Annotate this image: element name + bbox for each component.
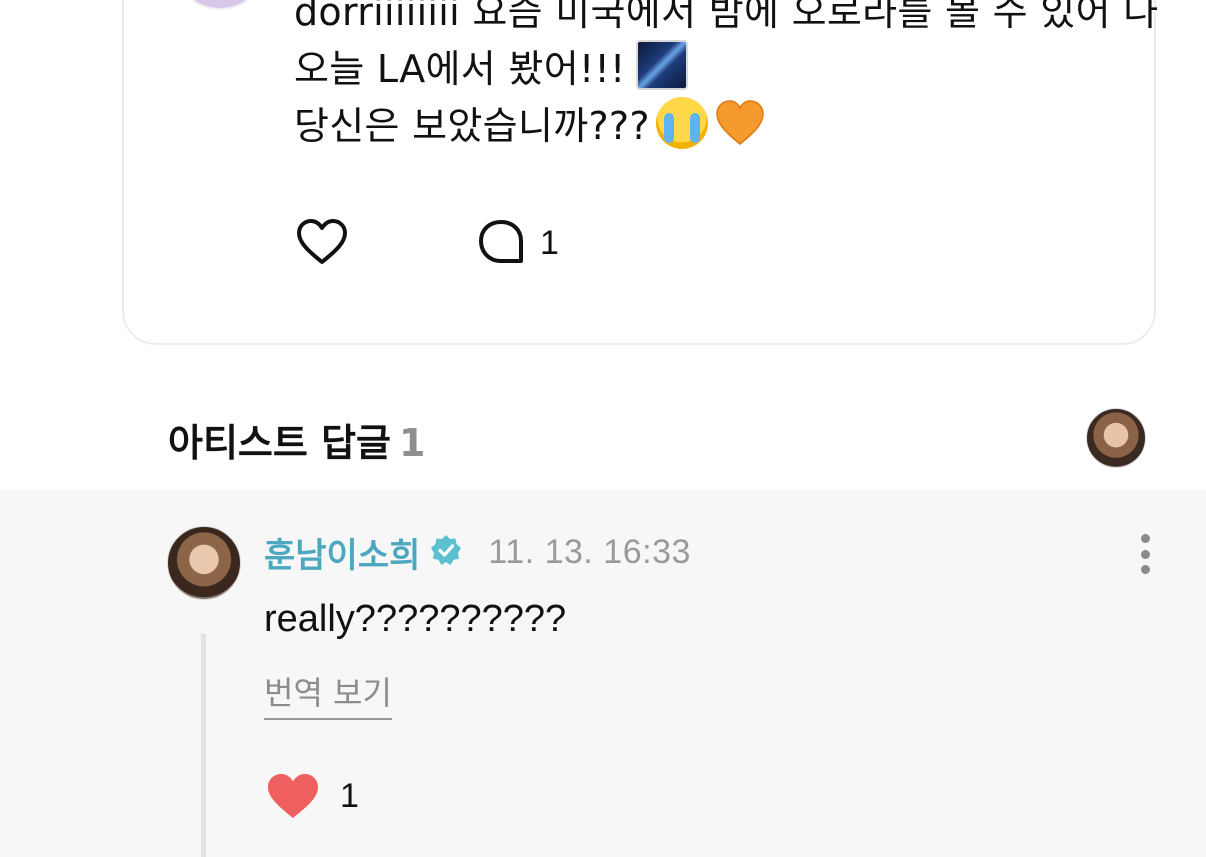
more-options-icon[interactable] <box>1130 534 1160 574</box>
comment-bubble-icon <box>479 220 523 263</box>
post-body: dorriiiiiiii 요즘 미국에서 밤에 오로라를 볼 수 있어 나 오늘… <box>294 0 1206 154</box>
comment-count: 1 <box>540 223 559 262</box>
heart-filled-icon <box>268 774 318 818</box>
translate-link[interactable]: 번역 보기 <box>264 668 392 720</box>
post-author-avatar[interactable] <box>172 0 268 10</box>
reply-like-count: 1 <box>340 776 359 815</box>
heart-outline-icon <box>297 219 347 264</box>
artist-avatar[interactable] <box>1086 408 1146 468</box>
reply-timestamp: 11. 13. 16:33 <box>488 532 691 571</box>
post-card: dorriiiiiiii 요즘 미국에서 밤에 오로라를 볼 수 있어 나 오늘… <box>122 0 1158 345</box>
thread-line <box>201 634 206 857</box>
reply-author-name[interactable]: 훈남이소희 <box>264 528 420 577</box>
post-line-3: 당신은 보았습니까??? <box>294 97 1206 154</box>
crying-face-emoji-icon <box>655 97 708 149</box>
like-button[interactable] <box>296 218 348 266</box>
post-line-1: dorriiiiiiii 요즘 미국에서 밤에 오로라를 볼 수 있어 나 <box>294 0 1159 34</box>
post-line-3-text: 당신은 보았습니까??? <box>294 104 650 148</box>
reply-like-button[interactable]: 1 <box>266 772 359 820</box>
reply-text: really?????????? <box>264 598 567 640</box>
artist-replies-title: 아티스트 답글 <box>168 421 391 465</box>
verified-badge-icon <box>430 534 462 570</box>
page: dorriiiiiiii 요즘 미국에서 밤에 오로라를 볼 수 있어 나 오늘… <box>0 0 1206 857</box>
post-line-2: 오늘 LA에서 봤어!!! <box>294 40 1206 97</box>
reply-meta: 훈남이소희 11. 13. 16:33 <box>264 528 691 576</box>
artist-replies-count: 1 <box>399 421 426 465</box>
orange-heart-emoji-icon <box>714 97 766 149</box>
comment-button[interactable]: 1 <box>476 218 559 268</box>
reply-author-avatar[interactable] <box>167 526 241 600</box>
post-line-2-text: 오늘 LA에서 봤어!!! <box>294 47 626 91</box>
artist-replies-header: 아티스트 답글 1 <box>168 412 425 467</box>
milky-way-emoji-icon <box>635 40 688 90</box>
artist-reply: 훈남이소희 11. 13. 16:33 really?????????? 번역 … <box>0 490 1206 857</box>
